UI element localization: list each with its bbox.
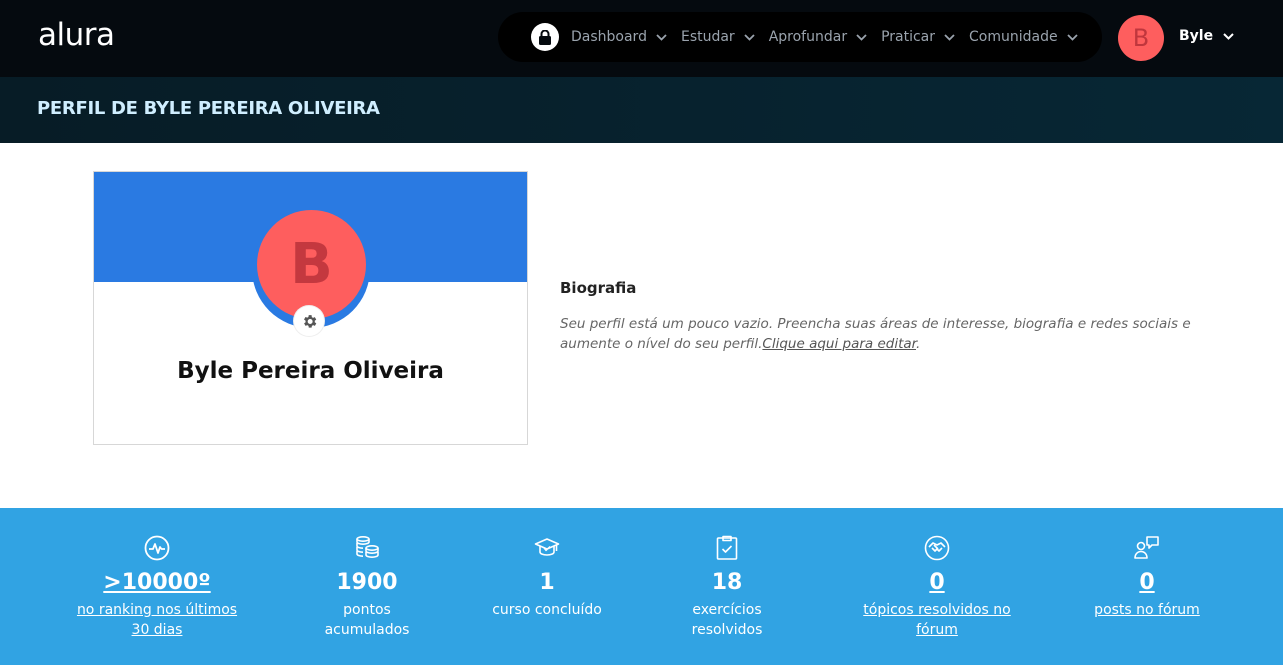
activity-icon	[144, 535, 170, 565]
stat-forum-posts-label[interactable]: posts no fórum	[1094, 600, 1200, 620]
chevron-down-icon	[944, 33, 955, 41]
clipboard-check-icon	[714, 535, 740, 565]
nav-praticar[interactable]: Praticar	[881, 29, 955, 45]
chevron-down-icon	[1223, 32, 1234, 40]
nav-aprofundar-label: Aprofundar	[768, 29, 848, 45]
stat-ranking-label-line1: no ranking nos últimos	[76, 602, 238, 618]
user-menu[interactable]: Byle	[1179, 28, 1234, 44]
handshake-icon	[924, 535, 950, 565]
stat-forum-posts-value[interactable]: 0	[1042, 570, 1252, 596]
nav-estudar[interactable]: Estudar	[681, 29, 755, 45]
stat-forum-posts-label-line1: posts no fórum	[1094, 602, 1200, 618]
stat-ranking-label[interactable]: no ranking nos últimos 30 dias	[77, 600, 237, 640]
stat-courses-label: curso concluído	[492, 600, 602, 620]
nav-comunidade-label: Comunidade	[969, 29, 1058, 45]
profile-full-name: Byle Pereira Oliveira	[177, 358, 444, 384]
stat-courses-label-line1: curso concluído	[492, 602, 602, 618]
stat-forum-topics-value[interactable]: 0	[832, 570, 1042, 596]
top-navbar: alura Dashboard Estudar Aprofundar Prati…	[0, 0, 1283, 77]
bio-suffix: .	[915, 335, 921, 352]
main-nav: Dashboard Estudar Aprofundar Praticar Co…	[498, 12, 1102, 62]
alura-logo[interactable]: alura	[38, 16, 115, 54]
stat-ranking-label-line2: 30 dias	[131, 622, 183, 638]
chevron-down-icon	[744, 33, 755, 41]
chevron-down-icon	[1066, 33, 1078, 41]
stat-forum-topics-label-line1: tópicos resolvidos no	[863, 602, 1011, 618]
stat-points-value: 1900	[336, 570, 398, 595]
user-name: Byle	[1179, 28, 1214, 44]
bio-text: Seu perfil está um pouco vazio. Preencha…	[560, 315, 1200, 354]
nav-comunidade[interactable]: Comunidade	[969, 29, 1078, 45]
stat-exercises-label-line2: resolvidos	[691, 622, 763, 638]
edit-profile-link[interactable]: Clique aqui para editar	[762, 336, 916, 352]
user-avatar[interactable]: B	[1118, 15, 1164, 61]
stat-courses-value: 1	[539, 570, 555, 595]
stat-ranking-value[interactable]: >10000º	[52, 570, 262, 596]
profile-avatar: B	[257, 210, 366, 319]
graduation-cap-icon	[534, 535, 560, 565]
stat-forum-topics-label-line2: fórum	[916, 622, 958, 638]
stat-exercises-label: exercícios resolvidos	[692, 600, 763, 640]
gear-icon	[301, 313, 318, 330]
nav-dashboard[interactable]: Dashboard	[571, 29, 667, 45]
stats-band: >10000º no ranking nos últimos 30 dias 1…	[0, 508, 1283, 665]
profile-title-band: PERFIL DE BYLE PEREIRA OLIVEIRA	[0, 77, 1283, 143]
lock-icon[interactable]	[531, 23, 559, 51]
bio-heading: Biografia	[560, 279, 637, 297]
stat-forum-topics-label[interactable]: tópicos resolvidos no fórum	[863, 600, 1010, 640]
nav-dashboard-label: Dashboard	[571, 29, 647, 45]
stat-points-label-line1: pontos	[343, 602, 391, 618]
stat-points-label-line2: acumulados	[324, 622, 410, 638]
chevron-down-icon	[856, 33, 867, 41]
profile-card: B Byle Pereira Oliveira	[93, 171, 528, 445]
coins-icon	[354, 535, 380, 565]
chevron-down-icon	[656, 33, 667, 41]
nav-praticar-label: Praticar	[881, 29, 936, 45]
stat-points-label: pontos acumulados	[325, 600, 410, 640]
nav-aprofundar[interactable]: Aprofundar	[769, 29, 867, 45]
forum-user-icon	[1134, 535, 1160, 565]
stat-exercises-label-line1: exercícios	[692, 602, 762, 618]
page-title: PERFIL DE BYLE PEREIRA OLIVEIRA	[37, 98, 380, 119]
nav-estudar-label: Estudar	[680, 29, 735, 45]
profile-settings-button[interactable]	[294, 306, 324, 336]
stat-exercises-value: 18	[711, 570, 743, 595]
